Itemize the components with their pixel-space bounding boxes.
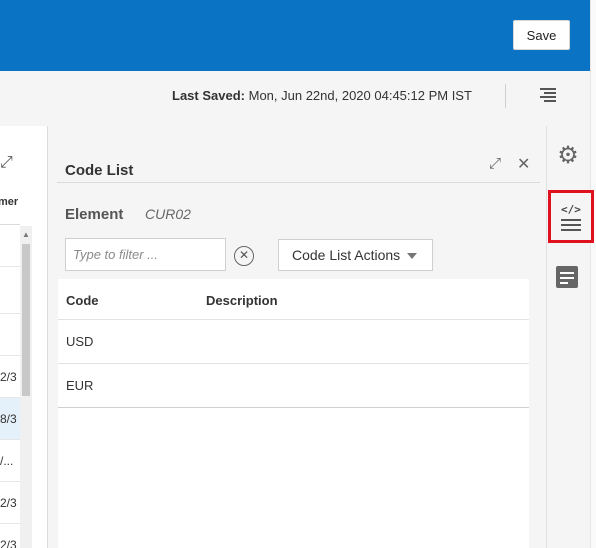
notes-icon[interactable] — [555, 264, 581, 290]
left-grid-row[interactable] — [0, 225, 20, 267]
table-row[interactable]: USD — [58, 319, 529, 363]
left-grid-scrollbar[interactable]: ▲ — [20, 226, 32, 548]
close-icon[interactable]: ✕ — [517, 154, 530, 174]
left-grid-row[interactable]: /... — [0, 440, 20, 482]
expand-icon[interactable]: ⤢ — [489, 155, 501, 172]
left-grid-row[interactable]: 2/3 — [0, 524, 20, 548]
header-divider — [505, 84, 506, 108]
scroll-up-icon[interactable]: ▲ — [22, 230, 30, 239]
left-grid-row[interactable]: 2/3 — [0, 356, 20, 398]
left-grid-row[interactable] — [0, 314, 20, 356]
save-button[interactable]: Save — [513, 20, 570, 50]
caret-down-icon — [407, 253, 417, 259]
left-grid-panel: ⤢ mer 2/3 8/3 /... 2/3 2/3 ▲ — [0, 126, 48, 548]
page-edge — [590, 0, 596, 548]
panel-title-divider — [57, 182, 540, 183]
code-cell: EUR — [66, 378, 94, 393]
clear-filter-icon[interactable]: ✕ — [234, 246, 254, 266]
column-header-code[interactable]: Code — [66, 293, 99, 308]
gear-icon[interactable]: ⚙ — [555, 143, 581, 169]
last-saved-label: Last Saved: — [172, 88, 245, 103]
code-list-actions-label: Code List Actions — [292, 247, 401, 263]
left-grid-column-header[interactable]: mer — [0, 196, 18, 208]
element-value: CUR02 — [145, 206, 191, 222]
top-app-bar — [0, 0, 590, 71]
left-grid-row[interactable]: 2/3 — [0, 482, 20, 524]
expand-icon[interactable]: ⤢ — [0, 154, 13, 172]
code-tag-glyph: </> — [561, 203, 581, 216]
code-list-icon[interactable]: </> — [548, 190, 594, 243]
last-saved-status: Last Saved: Mon, Jun 22nd, 2020 04:45:12… — [172, 88, 472, 103]
element-label: Element — [65, 206, 124, 223]
table-bottom-border — [58, 407, 529, 408]
code-list-actions-dropdown[interactable]: Code List Actions — [278, 239, 433, 271]
code-cell: USD — [66, 334, 94, 349]
column-header-description[interactable]: Description — [206, 293, 278, 308]
scrollbar-thumb[interactable] — [22, 244, 30, 396]
menu-icon[interactable] — [540, 88, 556, 102]
left-grid-row[interactable] — [0, 272, 20, 314]
left-grid-row-selected[interactable]: 8/3 — [0, 398, 20, 440]
table-row[interactable]: EUR — [58, 363, 529, 407]
panel-title: Code List — [65, 162, 134, 179]
filter-input[interactable] — [65, 238, 226, 271]
last-saved-value: Mon, Jun 22nd, 2020 04:45:12 PM IST — [248, 88, 472, 103]
